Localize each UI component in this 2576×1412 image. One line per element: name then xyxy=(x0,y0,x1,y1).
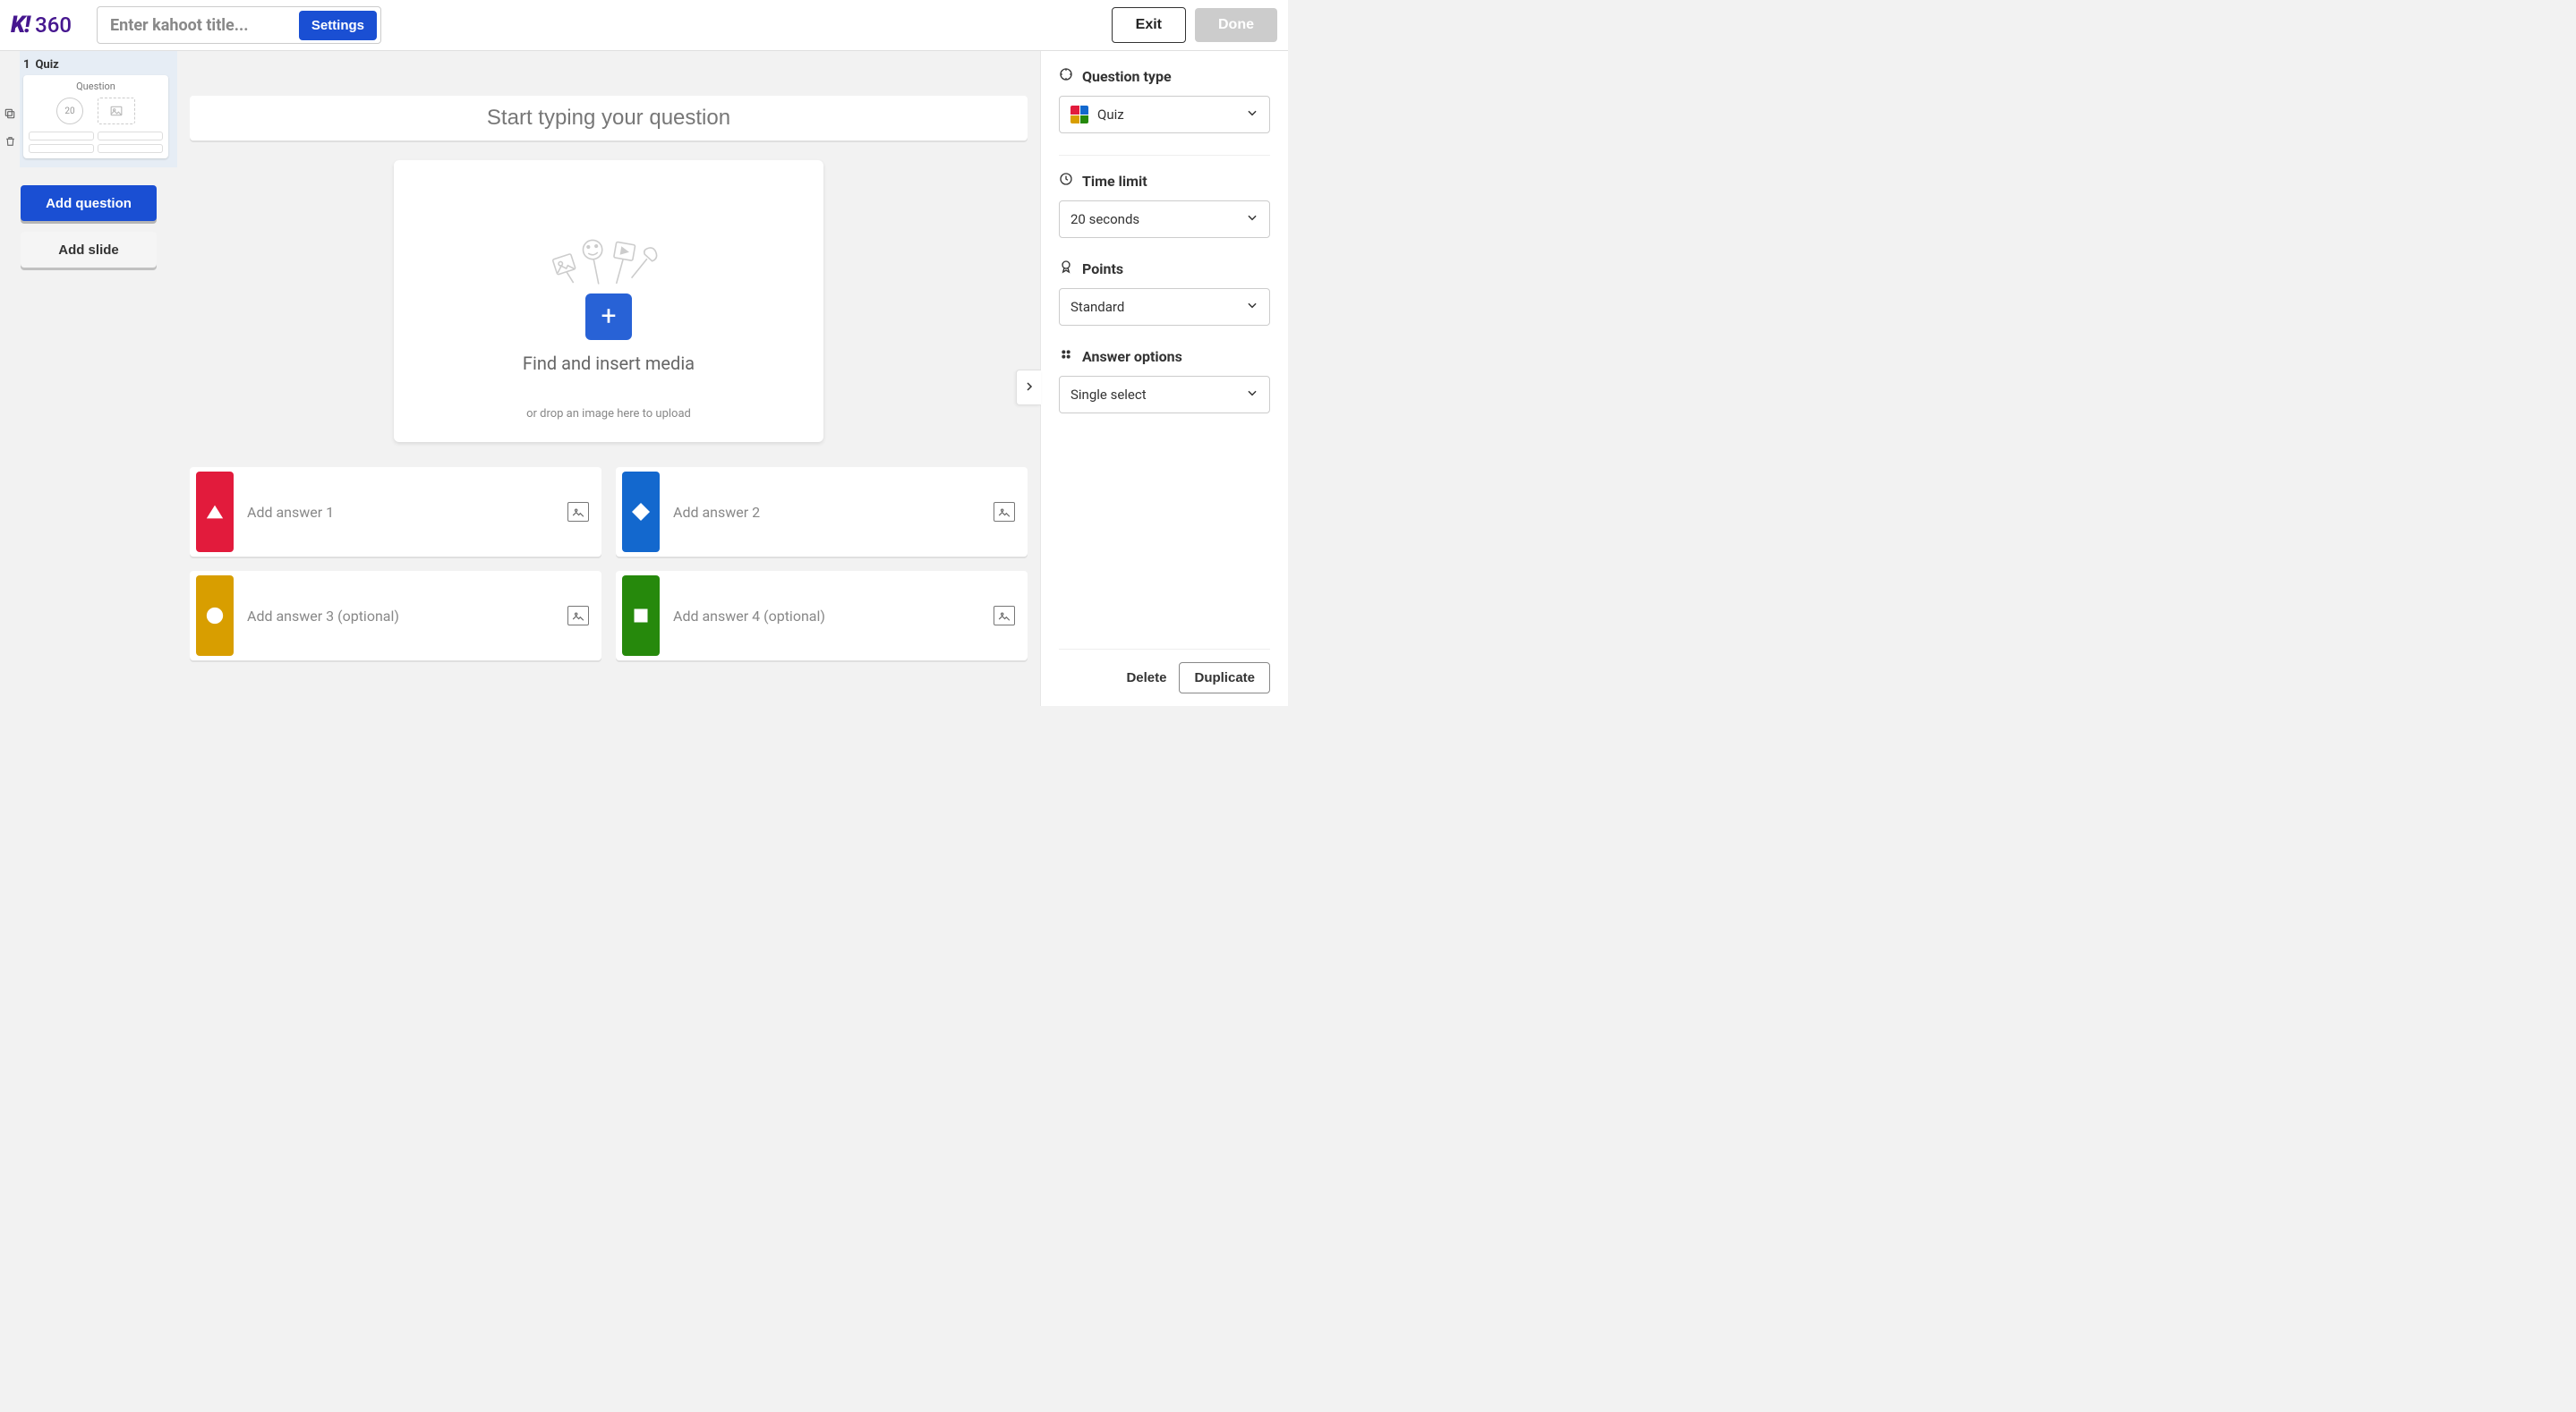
answer-option-2[interactable]: Add answer 2 xyxy=(616,467,1028,557)
media-drop-hint: or drop an image here to upload xyxy=(526,407,691,421)
done-button[interactable]: Done xyxy=(1195,8,1277,42)
answer-1-placeholder: Add answer 1 xyxy=(247,504,567,521)
question-type-label: Question type xyxy=(1082,68,1172,85)
award-icon xyxy=(1059,259,1073,277)
settings-panel: Question type Quiz Time limit 20 sec xyxy=(1040,51,1288,706)
sidebar: 1 Quiz Question 20 xyxy=(0,51,177,706)
time-limit-label: Time limit xyxy=(1082,173,1147,190)
logo-letter: K! xyxy=(11,12,30,38)
answer-2-image-icon[interactable] xyxy=(994,502,1015,522)
answer-2-placeholder: Add answer 2 xyxy=(673,504,994,521)
duplicate-slide-icon[interactable] xyxy=(4,106,16,123)
question-type-icon xyxy=(1059,67,1073,85)
time-limit-select[interactable]: 20 seconds xyxy=(1059,200,1270,238)
question-type-value: Quiz xyxy=(1097,106,1124,123)
delete-slide-icon[interactable] xyxy=(4,134,16,151)
quiz-icon xyxy=(1070,106,1088,123)
answer-options-label: Answer options xyxy=(1082,348,1182,365)
duplicate-button[interactable]: Duplicate xyxy=(1179,662,1270,693)
circle-shape-icon xyxy=(196,575,234,656)
dots-grid-icon xyxy=(1059,347,1073,365)
answer-option-1[interactable]: Add answer 1 xyxy=(190,467,601,557)
add-media-button[interactable]: + xyxy=(585,293,632,340)
media-prompt-text: Find and insert media xyxy=(523,353,695,374)
points-select[interactable]: Standard xyxy=(1059,288,1270,326)
slide-preview-title: Question xyxy=(29,81,163,92)
chevron-down-icon xyxy=(1246,211,1258,227)
answer-4-placeholder: Add answer 4 (optional) xyxy=(673,608,994,625)
header: K! 360 Enter kahoot title... Settings Ex… xyxy=(0,0,1288,51)
slide-preview-image-icon xyxy=(98,98,135,124)
time-limit-value: 20 seconds xyxy=(1070,211,1139,227)
answer-3-image-icon[interactable] xyxy=(567,606,589,625)
answer-3-placeholder: Add answer 3 (optional) xyxy=(247,608,567,625)
slide-thumbnail[interactable]: 1 Quiz Question 20 xyxy=(20,51,177,167)
answer-4-image-icon[interactable] xyxy=(994,606,1015,625)
answer-option-4[interactable]: Add answer 4 (optional) xyxy=(616,571,1028,660)
diamond-shape-icon xyxy=(622,472,660,552)
clock-icon xyxy=(1059,172,1073,190)
editor-main: + Find and insert media or drop an image… xyxy=(177,51,1040,706)
slide-type-label: Quiz xyxy=(35,58,58,72)
answers-grid: Add answer 1 Add answer 2 Add answer 3 ( xyxy=(190,467,1028,660)
collapse-panel-button[interactable] xyxy=(1016,370,1041,405)
chevron-right-icon xyxy=(1024,379,1035,396)
logo-suffix: 360 xyxy=(35,13,72,38)
chevron-down-icon xyxy=(1246,387,1258,403)
title-placeholder: Enter kahoot title... xyxy=(110,16,290,35)
settings-button[interactable]: Settings xyxy=(299,11,377,40)
answer-options-select[interactable]: Single select xyxy=(1059,376,1270,413)
triangle-shape-icon xyxy=(196,472,234,552)
chevron-down-icon xyxy=(1246,106,1258,123)
plus-icon: + xyxy=(601,301,616,332)
add-question-button[interactable]: Add question xyxy=(21,185,157,221)
answer-option-3[interactable]: Add answer 3 (optional) xyxy=(190,571,601,660)
kahoot-title-field[interactable]: Enter kahoot title... Settings xyxy=(97,6,381,44)
media-drop-zone[interactable]: + Find and insert media or drop an image… xyxy=(394,160,823,442)
question-type-select[interactable]: Quiz xyxy=(1059,96,1270,133)
points-label: Points xyxy=(1082,260,1123,277)
answer-1-image-icon[interactable] xyxy=(567,502,589,522)
slide-preview-time: 20 xyxy=(56,98,83,124)
points-value: Standard xyxy=(1070,299,1124,315)
question-input[interactable] xyxy=(190,96,1028,140)
answer-options-value: Single select xyxy=(1070,387,1147,403)
square-shape-icon xyxy=(622,575,660,656)
media-illustration-icon xyxy=(542,229,676,285)
slide-index: 1 xyxy=(23,58,30,72)
delete-button[interactable]: Delete xyxy=(1126,670,1166,685)
exit-button[interactable]: Exit xyxy=(1112,7,1186,43)
logo: K! 360 xyxy=(11,12,72,38)
add-slide-button[interactable]: Add slide xyxy=(21,232,157,268)
chevron-down-icon xyxy=(1246,299,1258,315)
slide-preview: Question 20 xyxy=(23,75,168,158)
